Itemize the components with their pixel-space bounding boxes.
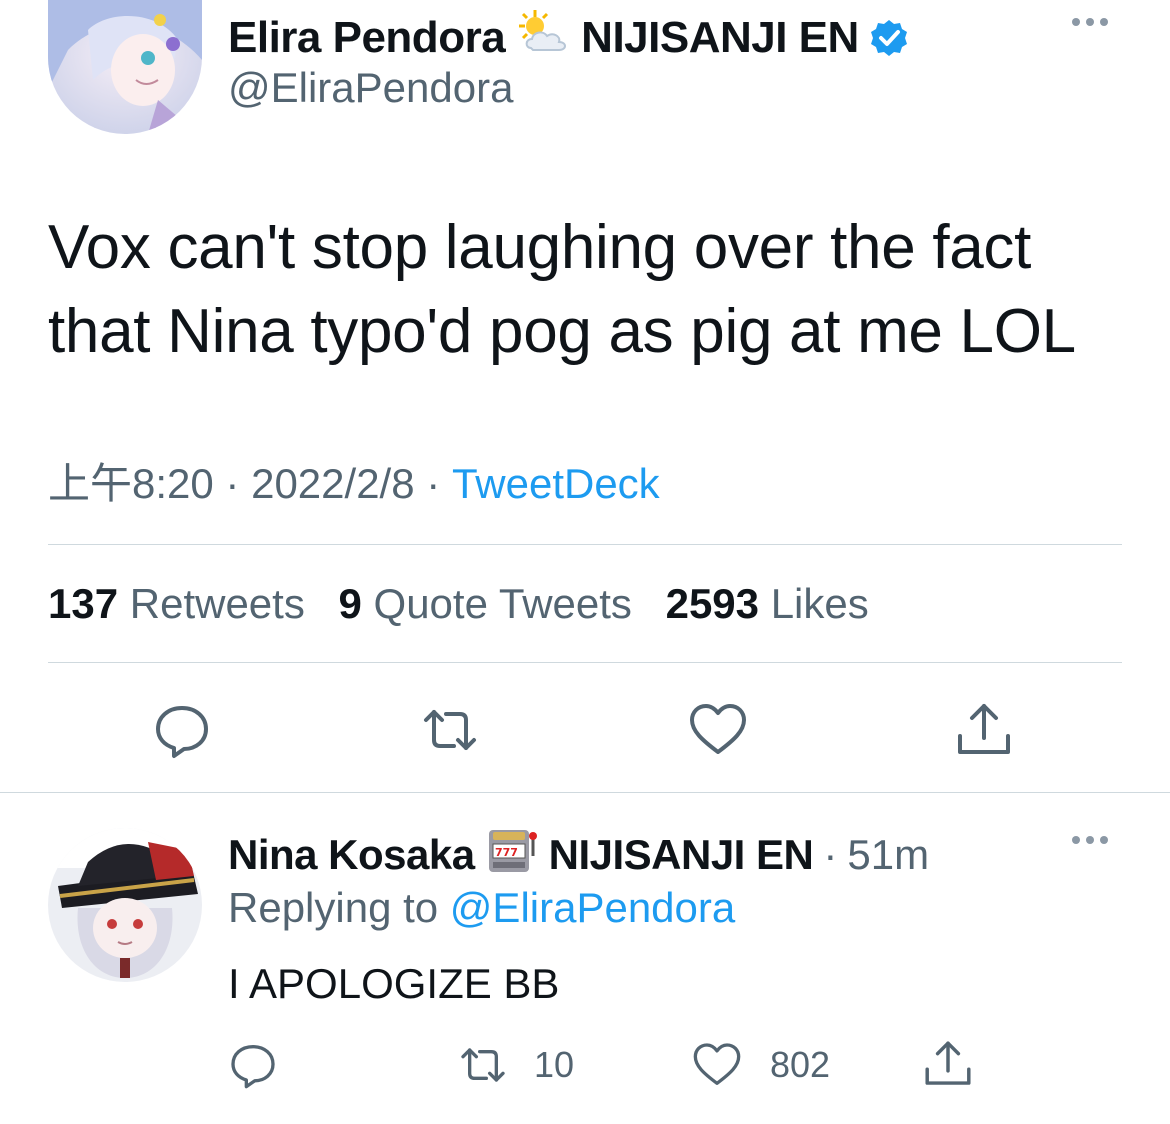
author-avatar[interactable] [48,0,202,134]
retweet-icon [424,710,476,750]
replying-to: Replying to @EliraPendora [228,884,735,932]
author-org: NIJISANJI EN [581,12,859,62]
reply-text: I APOLOGIZE BB [228,960,560,1007]
tweet-stats: 137 Retweets 9 Quote Tweets 2593 Likes [48,580,891,628]
sun-behind-cloud-icon [515,8,571,67]
share-icon [958,704,1010,754]
retweets-stat[interactable]: 137 Retweets [48,580,305,627]
author-name[interactable]: Elira Pendora [228,13,506,63]
divider [48,544,1122,545]
quotes-label: Quote Tweets [373,580,632,627]
tweet-source[interactable]: TweetDeck [452,460,660,507]
verified-badge-icon [869,18,909,58]
share-icon [925,1041,971,1085]
reply-more-options-icon[interactable] [1072,836,1108,844]
reply-author-avatar[interactable] [48,828,202,982]
author-name-row: Elira Pendora NIJISANJI EN [228,8,909,67]
replying-prefix: Replying to [228,884,439,931]
reply-time[interactable]: 51m [847,831,929,879]
divider [48,662,1122,663]
divider [0,792,1170,793]
replying-handle[interactable]: @EliraPendora [450,884,735,931]
meta-separator: · [426,460,441,507]
slot-machine-icon: 777 [485,826,539,884]
reply-separator: · [823,831,838,878]
retweet-icon [461,1048,505,1082]
reply-like-count: 802 [770,1044,831,1085]
retweet-button[interactable] [420,700,480,765]
tweet-meta: 上午8:20 · 2022/2/8 · TweetDeck [48,450,660,511]
quotes-count: 9 [338,580,362,627]
author-handle[interactable]: @EliraPendora [228,64,513,112]
reply-reply-button[interactable] [228,1040,278,1095]
reply-share-button[interactable] [922,1038,974,1095]
likes-stat[interactable]: 2593 Likes [666,580,869,627]
quotes-stat[interactable]: 9 Quote Tweets [339,580,632,627]
reply-author-org: NIJISANJI EN [548,831,814,878]
like-button[interactable] [688,700,748,765]
reply-author-name[interactable]: Nina Kosaka [228,831,475,879]
reply-icon [231,1045,275,1089]
svg-text:777: 777 [495,846,518,859]
reply-button[interactable] [152,700,212,765]
share-button[interactable] [954,700,1014,765]
reply-retweet-count: 10 [534,1044,575,1085]
meta-separator: · [225,460,240,507]
reply-name-row: Nina Kosaka 777 NIJISANJI EN · 51m [228,826,929,884]
reply-like-button[interactable]: 802 [692,1040,830,1090]
tweet-text: Vox can't stop laughing over the fact th… [48,213,1076,366]
tweet-time[interactable]: 上午8:20 [48,460,214,507]
heart-icon [693,1043,741,1085]
more-options-icon[interactable] [1072,18,1108,26]
tweet-date[interactable]: 2022/2/8 [251,460,415,507]
retweets-count: 137 [48,580,119,627]
retweets-label: Retweets [129,580,305,627]
likes-count: 2593 [665,580,760,627]
heart-icon [690,704,746,754]
reply-icon [156,706,208,758]
likes-label: Likes [770,580,869,627]
reply-retweet-button[interactable]: 10 [456,1040,574,1090]
